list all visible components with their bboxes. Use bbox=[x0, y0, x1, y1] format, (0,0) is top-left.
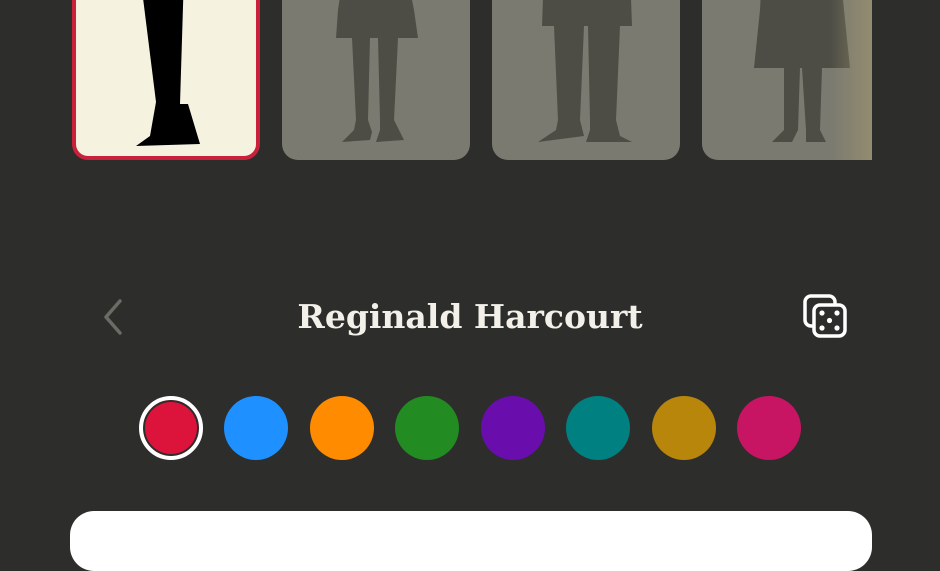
swatch-crimson[interactable] bbox=[139, 396, 203, 460]
figure-silhouette bbox=[336, 0, 418, 142]
chevron-left-icon[interactable] bbox=[94, 295, 134, 339]
character-card-2[interactable] bbox=[282, 0, 470, 160]
swatch-purple[interactable] bbox=[481, 396, 545, 460]
dice-icon[interactable] bbox=[801, 292, 849, 340]
bottom-sheet[interactable] bbox=[70, 511, 872, 571]
character-card-3[interactable] bbox=[492, 0, 680, 160]
character-nav-row: Reginald Harcourt bbox=[0, 285, 940, 349]
trousers-silhouette bbox=[136, 0, 200, 146]
swatch-magenta[interactable] bbox=[737, 396, 801, 460]
swatch-green[interactable] bbox=[395, 396, 459, 460]
color-swatch-row bbox=[0, 395, 940, 461]
swatch-blue[interactable] bbox=[224, 396, 288, 460]
figure-silhouette bbox=[538, 0, 632, 142]
character-card-4[interactable] bbox=[702, 0, 872, 160]
swatch-goldenrod[interactable] bbox=[652, 396, 716, 460]
card-fade-overlay bbox=[830, 0, 872, 160]
character-name: Reginald Harcourt bbox=[297, 297, 643, 336]
character-card-strip bbox=[0, 0, 872, 162]
character-card-1[interactable] bbox=[72, 0, 260, 160]
swatch-orange[interactable] bbox=[310, 396, 374, 460]
swatch-teal[interactable] bbox=[566, 396, 630, 460]
